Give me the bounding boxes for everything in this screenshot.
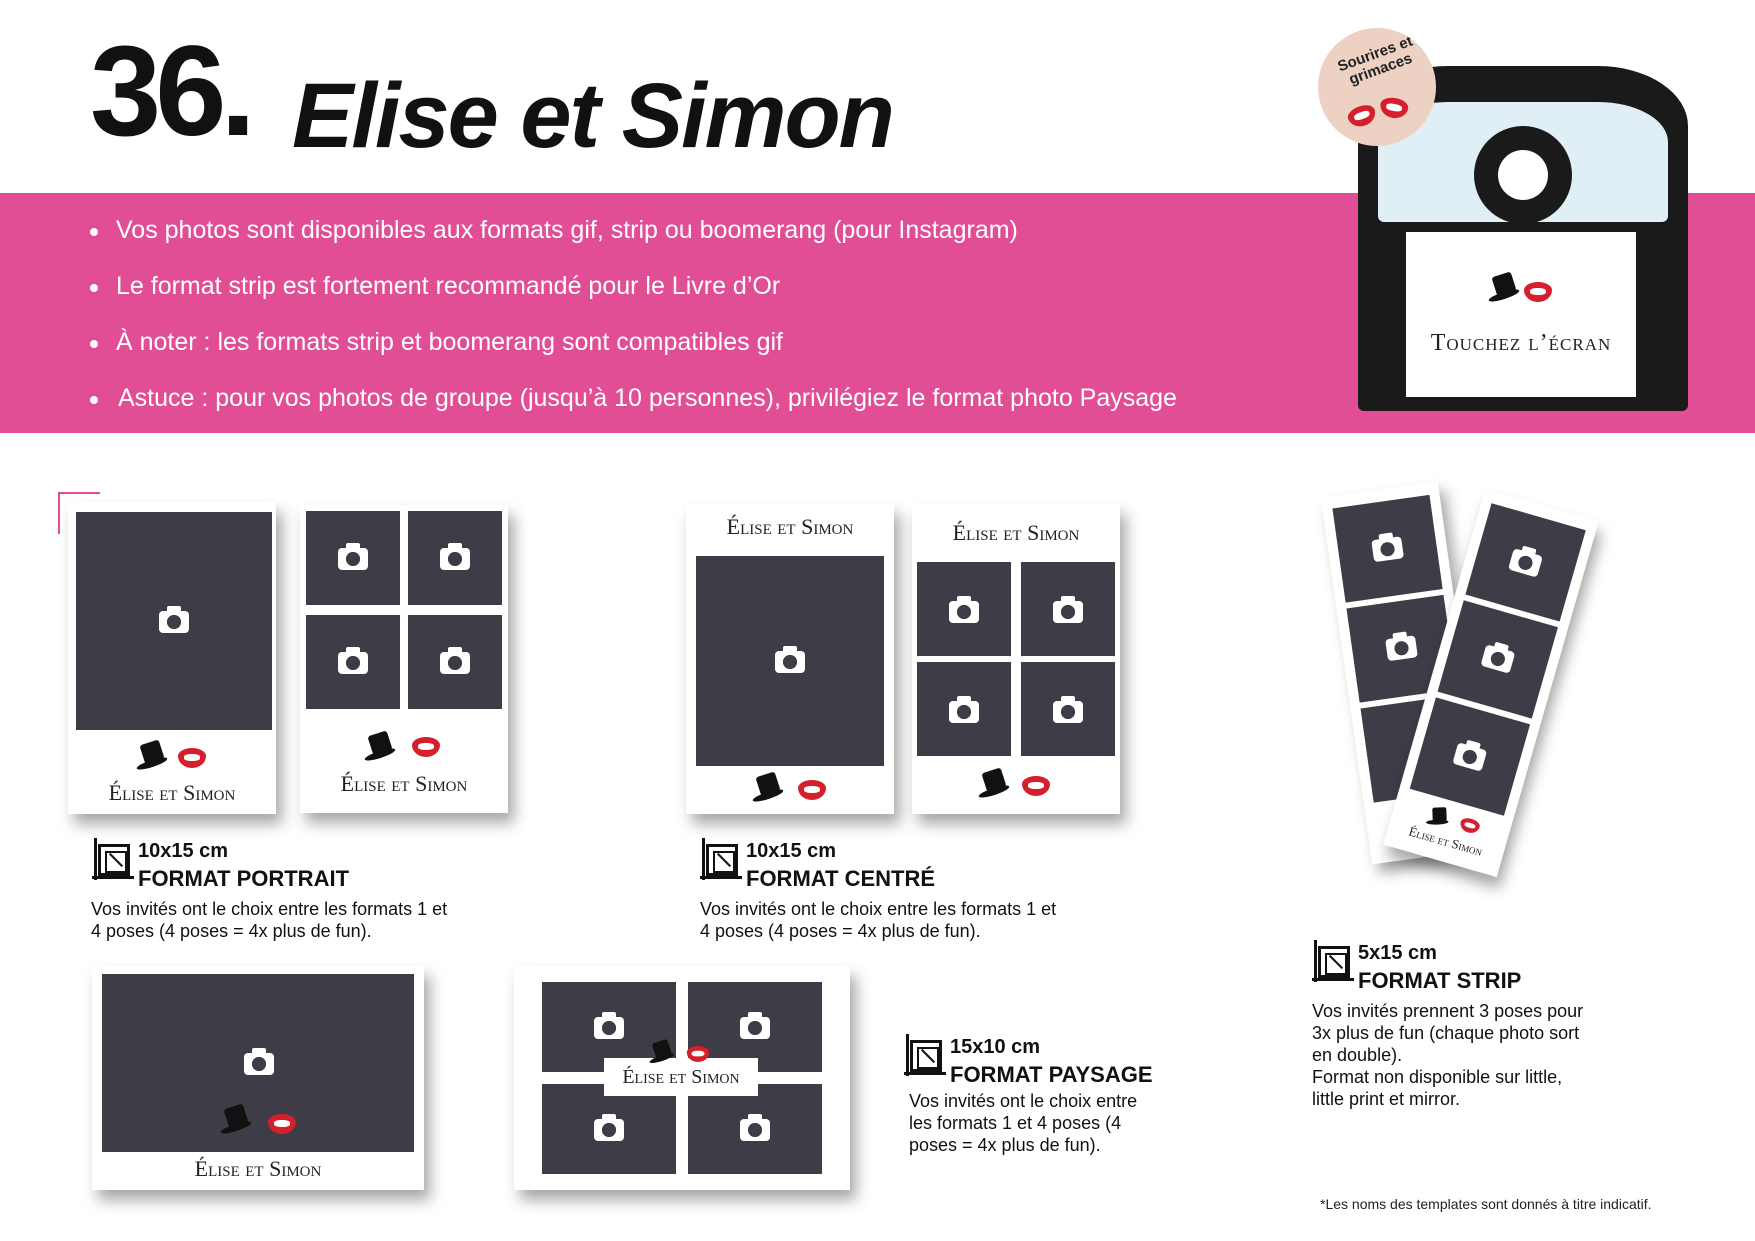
strip-description: Vos invités prennent 3 poses pour 3x plu… bbox=[1312, 1001, 1584, 1109]
top-hat-icon bbox=[1425, 805, 1451, 831]
badge-text: Sourires et grimaces bbox=[1335, 32, 1415, 89]
lips-icon bbox=[178, 748, 206, 768]
camera-icon bbox=[338, 543, 368, 570]
page-title: Elise et Simon bbox=[292, 65, 895, 167]
footnote: *Les noms des templates sont donnés à ti… bbox=[1320, 1196, 1652, 1212]
top-hat-icon bbox=[751, 771, 785, 804]
device-screen-text: Touchez l’écran bbox=[1430, 330, 1612, 356]
format-size-icon bbox=[904, 1034, 946, 1076]
camera-icon bbox=[594, 1012, 624, 1039]
bullet-tip: Astuce : pour vos photos de groupe (jusq… bbox=[88, 376, 1177, 432]
camera-icon bbox=[440, 543, 470, 570]
strip-format-name: FORMAT STRIP bbox=[1358, 968, 1522, 993]
portrait-4-poses-card: Élise et Simon bbox=[300, 505, 508, 813]
template-name: Élise et Simon bbox=[726, 514, 854, 539]
portrait-1-pose-card: Élise et Simon bbox=[68, 502, 276, 814]
template-name: Élise et Simon bbox=[108, 780, 236, 805]
paysage-format-name: FORMAT PAYSAGE bbox=[950, 1062, 1153, 1087]
template-name: Élise et Simon bbox=[340, 771, 468, 796]
camera-icon bbox=[775, 646, 805, 673]
centre-format-name: FORMAT CENTRÉ bbox=[746, 866, 936, 891]
tongue-lips-icon bbox=[1378, 95, 1410, 121]
portrait-size: 10x15 cm bbox=[138, 840, 229, 862]
camera-icon bbox=[740, 1114, 770, 1141]
bullet-formats: Vos photos sont disponibles aux formats … bbox=[88, 208, 1177, 264]
page-number: 36. bbox=[90, 20, 256, 163]
centre-description: Vos invités ont le choix entre les forma… bbox=[700, 899, 1057, 941]
format-size-icon bbox=[1312, 940, 1354, 982]
lips-icon bbox=[1345, 101, 1379, 131]
top-hat-icon bbox=[977, 767, 1011, 800]
camera-icon bbox=[1385, 635, 1418, 662]
centre-4-poses-card: Élise et Simon bbox=[912, 504, 1120, 814]
camera-icon bbox=[338, 647, 368, 674]
lips-icon bbox=[412, 737, 440, 757]
paysage-1-pose-card: Élise et Simon bbox=[92, 966, 424, 1190]
paysage-description: Vos invités ont le choix entre les forma… bbox=[909, 1091, 1138, 1155]
camera-icon bbox=[594, 1114, 624, 1141]
portrait-format-name: FORMAT PORTRAIT bbox=[138, 866, 350, 891]
template-name: Élise et Simon bbox=[622, 1066, 740, 1088]
camera-icon bbox=[949, 696, 979, 723]
lips-icon bbox=[1458, 816, 1482, 836]
lips-icon bbox=[1022, 776, 1050, 796]
camera-icon bbox=[1053, 596, 1083, 623]
paysage-4-poses-card: Élise et Simon bbox=[514, 966, 850, 1190]
template-name: Élise et Simon bbox=[952, 520, 1080, 545]
top-hat-icon bbox=[135, 739, 169, 772]
camera-icon bbox=[1371, 536, 1404, 563]
top-hat-icon bbox=[219, 1103, 253, 1136]
portrait-description: Vos invités ont le choix entre les forma… bbox=[91, 899, 448, 941]
badge-logo: Sourires et grimaces bbox=[1318, 28, 1436, 146]
camera-icon bbox=[1053, 696, 1083, 723]
lips-icon bbox=[798, 780, 826, 800]
device-screen: Touchez l’écran bbox=[1406, 232, 1636, 397]
info-bullets: Vos photos sont disponibles aux formats … bbox=[88, 208, 1177, 432]
centre-1-pose-card: Élise et Simon bbox=[686, 504, 894, 814]
bullet-compat: À noter : les formats strip et boomerang… bbox=[88, 320, 1177, 376]
strip-size: 5x15 cm bbox=[1358, 942, 1437, 964]
camera-icon bbox=[440, 647, 470, 674]
format-size-icon bbox=[92, 838, 134, 880]
paysage-size: 15x10 cm bbox=[950, 1036, 1041, 1058]
template-name: Élise et Simon bbox=[194, 1156, 322, 1181]
bullet-strip: Le format strip est fortement recommandé… bbox=[88, 264, 1177, 320]
camera-icon bbox=[244, 1048, 274, 1075]
format-size-icon bbox=[700, 838, 742, 880]
device-camera-icon bbox=[1474, 126, 1572, 224]
camera-icon bbox=[949, 596, 979, 623]
camera-icon bbox=[159, 606, 189, 633]
centre-size: 10x15 cm bbox=[746, 840, 837, 862]
top-hat-icon bbox=[1487, 271, 1521, 304]
top-hat-icon bbox=[648, 1038, 675, 1065]
lips-icon bbox=[1524, 282, 1552, 302]
camera-icon bbox=[740, 1012, 770, 1039]
top-hat-icon bbox=[363, 730, 397, 763]
